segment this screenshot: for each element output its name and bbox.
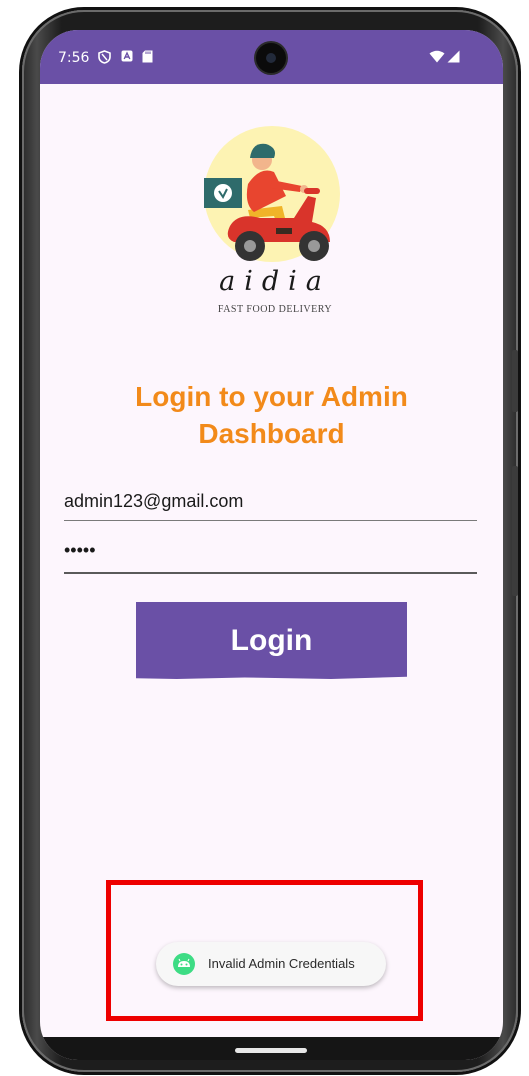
power-button (512, 350, 518, 412)
email-field[interactable] (64, 482, 477, 521)
error-toast: Invalid Admin Credentials (156, 942, 386, 986)
status-bar: 7:56 (40, 30, 503, 84)
front-camera (256, 43, 286, 73)
login-button[interactable]: Login (136, 602, 407, 679)
wifi-icon (429, 50, 445, 66)
volume-button (512, 466, 518, 596)
logo-tagline: FAST FOOD DELIVERY (217, 304, 333, 315)
app-logo: aidia FAST FOOD DELIVERY (190, 126, 360, 316)
sd-card-icon (142, 50, 153, 66)
login-title: Login to your Admin Dashboard (135, 381, 408, 449)
android-icon (173, 953, 195, 975)
status-time: 7:56 (58, 50, 90, 66)
shield-icon (98, 50, 111, 67)
signal-icon (447, 50, 460, 66)
logo-brand-text: aidia (219, 266, 331, 297)
home-gesture-handle[interactable] (235, 1048, 307, 1053)
a-notification-icon (121, 50, 133, 65)
delivery-scooter-icon (204, 126, 340, 262)
toast-message: Invalid Admin Credentials (208, 956, 355, 971)
app-screen: 7:56 aidia FAST FOOD DELIVERY Login to y… (40, 30, 503, 1060)
password-field[interactable] (64, 528, 477, 574)
